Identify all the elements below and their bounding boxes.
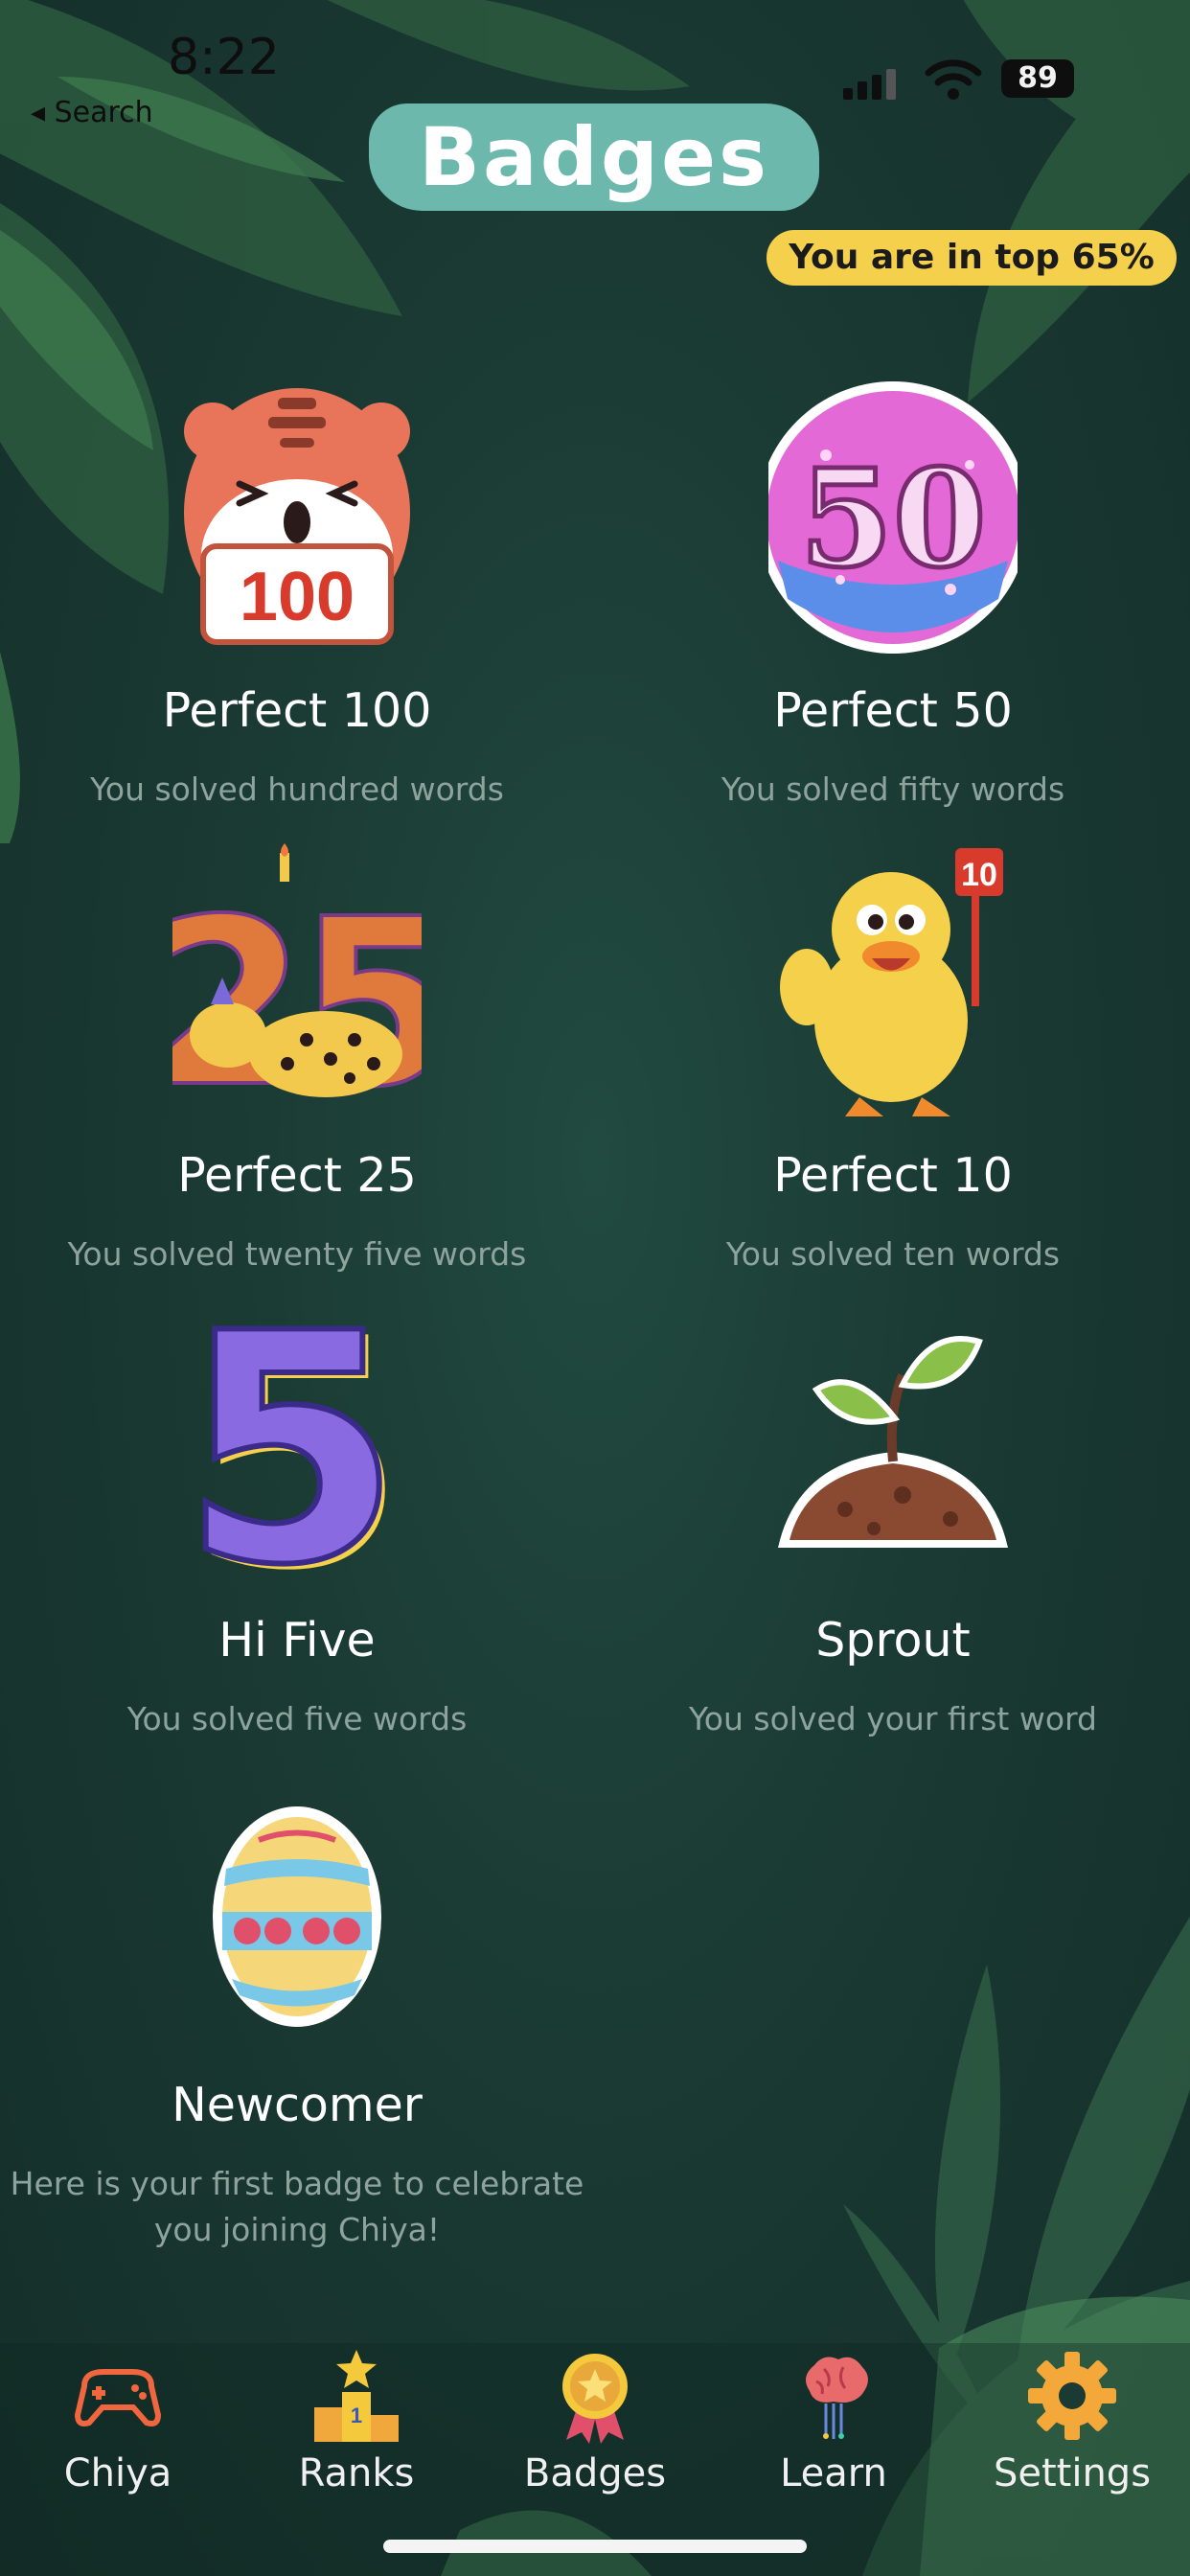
- badge-description: You solved ten words: [725, 1235, 1061, 1273]
- battery-indicator: 89: [1001, 59, 1074, 98]
- leopard-25-icon: 25: [172, 843, 422, 1121]
- badge-description: Here is your first badge to celebrate yo…: [10, 2165, 584, 2248]
- badge-description: You solved fifty words: [721, 770, 1065, 808]
- number-five-icon: 5 5: [178, 1308, 407, 1586]
- sprout-icon: [778, 1336, 1008, 1548]
- nav-item-settings[interactable]: Settings: [976, 2348, 1168, 2496]
- home-indicator[interactable]: [383, 2540, 807, 2553]
- nav-item-badges[interactable]: Badges: [499, 2348, 691, 2496]
- badge-name: Sprout: [815, 1613, 971, 1668]
- wifi-icon: [925, 59, 982, 100]
- page-title: Badges: [369, 104, 819, 211]
- back-to-search-label: Search: [54, 96, 153, 129]
- gear-icon: [1028, 2352, 1116, 2440]
- badge-name: Perfect 100: [162, 683, 432, 738]
- badge-name: Hi Five: [218, 1613, 376, 1668]
- svg-text:1: 1: [351, 2404, 362, 2427]
- badge-description: You solved hundred words: [90, 770, 504, 808]
- nav-item-ranks[interactable]: 1 Ranks: [261, 2348, 452, 2496]
- back-to-search-link[interactable]: ◂ Search: [31, 96, 153, 129]
- badges-screen: 8:22 ◂ Search 89 Badges You are in top 6…: [0, 0, 1190, 2576]
- brain-icon: [806, 2357, 868, 2439]
- badge-description: You solved twenty five words: [67, 1235, 527, 1273]
- badge-art-number: 100: [240, 559, 355, 635]
- badge-name: Perfect 50: [773, 683, 1013, 738]
- nav-item-learn[interactable]: Learn: [738, 2348, 929, 2496]
- badge-art-number: 10: [961, 857, 997, 893]
- back-arrow-icon: ◂: [31, 96, 46, 129]
- badge-description: You solved your first word: [689, 1700, 1097, 1737]
- rank-percentile-badge: You are in top 65%: [767, 230, 1177, 286]
- badge-description: You solved five words: [126, 1700, 468, 1737]
- medal-icon: [562, 2354, 628, 2444]
- cellular-signal-icon: [843, 69, 896, 100]
- badge-name: Newcomer: [172, 2078, 423, 2132]
- badge-name: Perfect 10: [773, 1148, 1013, 1203]
- tiger-100-icon: 100: [184, 388, 410, 645]
- nav-item-label: Chiya: [63, 2451, 172, 2496]
- badge-art-number: 50: [800, 441, 987, 598]
- nav-item-label: Settings: [993, 2451, 1152, 2496]
- badge-art-number: 5: [181, 1308, 401, 1586]
- status-time: 8:22: [168, 29, 280, 86]
- badge-name: Perfect 25: [177, 1148, 417, 1203]
- podium-icon: 1: [314, 2350, 399, 2442]
- nav-item-label: Ranks: [298, 2451, 415, 2496]
- nav-item-label: Learn: [780, 2451, 887, 2496]
- easter-egg-icon: [213, 1806, 381, 2027]
- nav-item-chiya[interactable]: Chiya: [22, 2348, 214, 2496]
- nav-item-label: Badges: [523, 2451, 667, 2496]
- gamepad-icon: [74, 2369, 162, 2426]
- chick-10-icon: 10: [780, 848, 1003, 1116]
- disc-50-icon: 50: [768, 381, 1018, 654]
